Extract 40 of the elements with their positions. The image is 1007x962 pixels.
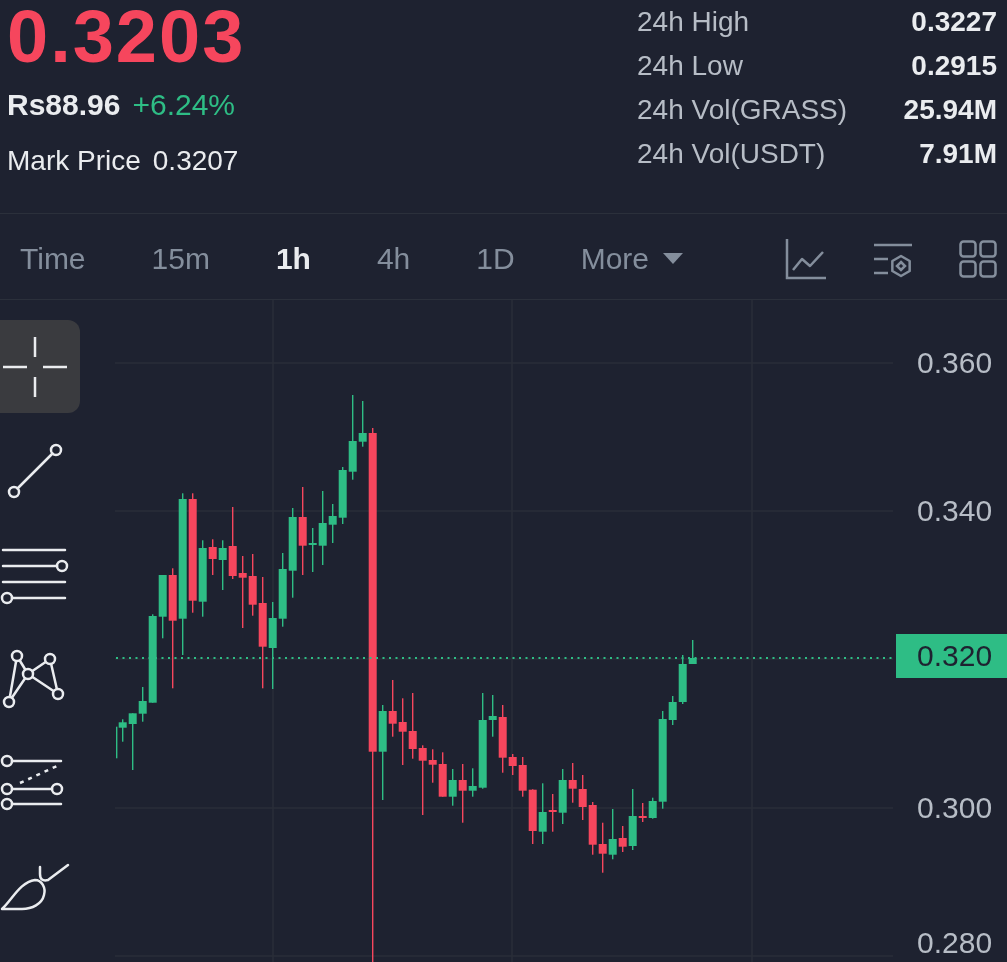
last-price: 0.3203 [7, 0, 246, 74]
candlestick [588, 802, 597, 855]
stat-value: 0.2915 [911, 52, 997, 80]
axis-label: 0.360 [917, 348, 993, 378]
candlestick [598, 822, 607, 873]
axis-label: 0.340 [917, 496, 993, 526]
more-dropdown[interactable]: More [568, 237, 696, 280]
interval-tab[interactable]: 4h [364, 237, 423, 280]
stat-value: 0.3227 [911, 8, 997, 36]
mark-price: 0.3207 [152, 147, 239, 175]
lines-dashed-line-icon [0, 753, 64, 812]
candlestick [238, 556, 247, 628]
interval-tab[interactable]: Time [8, 237, 98, 280]
stat-label: 24h Vol(USDT) [637, 140, 826, 168]
interval-tab[interactable]: 1h [263, 237, 323, 280]
stat-label: 24h Low [637, 52, 743, 80]
brush-icon [0, 861, 72, 912]
stat-value: 25.94M [903, 96, 997, 124]
candlestick [408, 693, 417, 759]
caret-icon [663, 253, 684, 264]
axis-label: 0.280 [917, 928, 993, 958]
candlestick [568, 763, 577, 803]
interval-tab[interactable]: 15m [139, 237, 222, 280]
crosshair-tool[interactable] [0, 320, 80, 413]
candlestick [578, 775, 587, 820]
candlestick [438, 752, 447, 797]
interval-tab[interactable]: 1D [464, 237, 527, 280]
mark-price-label: Mark Price [7, 147, 141, 175]
fiat-price: Rs88.96 [7, 90, 121, 120]
crosshair-icon [2, 335, 68, 398]
line-chart-icon[interactable] [785, 237, 827, 280]
stat-label: 24h Vol(GRASS) [637, 96, 848, 124]
last-price-tag: 0.320 [896, 634, 1007, 678]
stat-label: 24h High [637, 8, 750, 36]
grid-icon[interactable] [959, 239, 997, 278]
stat-value: 7.91M [919, 140, 997, 168]
axis-label: 0.300 [917, 793, 993, 823]
price-change: +6.24% [132, 90, 236, 120]
candlestick [398, 698, 407, 765]
candlestick [528, 789, 537, 844]
